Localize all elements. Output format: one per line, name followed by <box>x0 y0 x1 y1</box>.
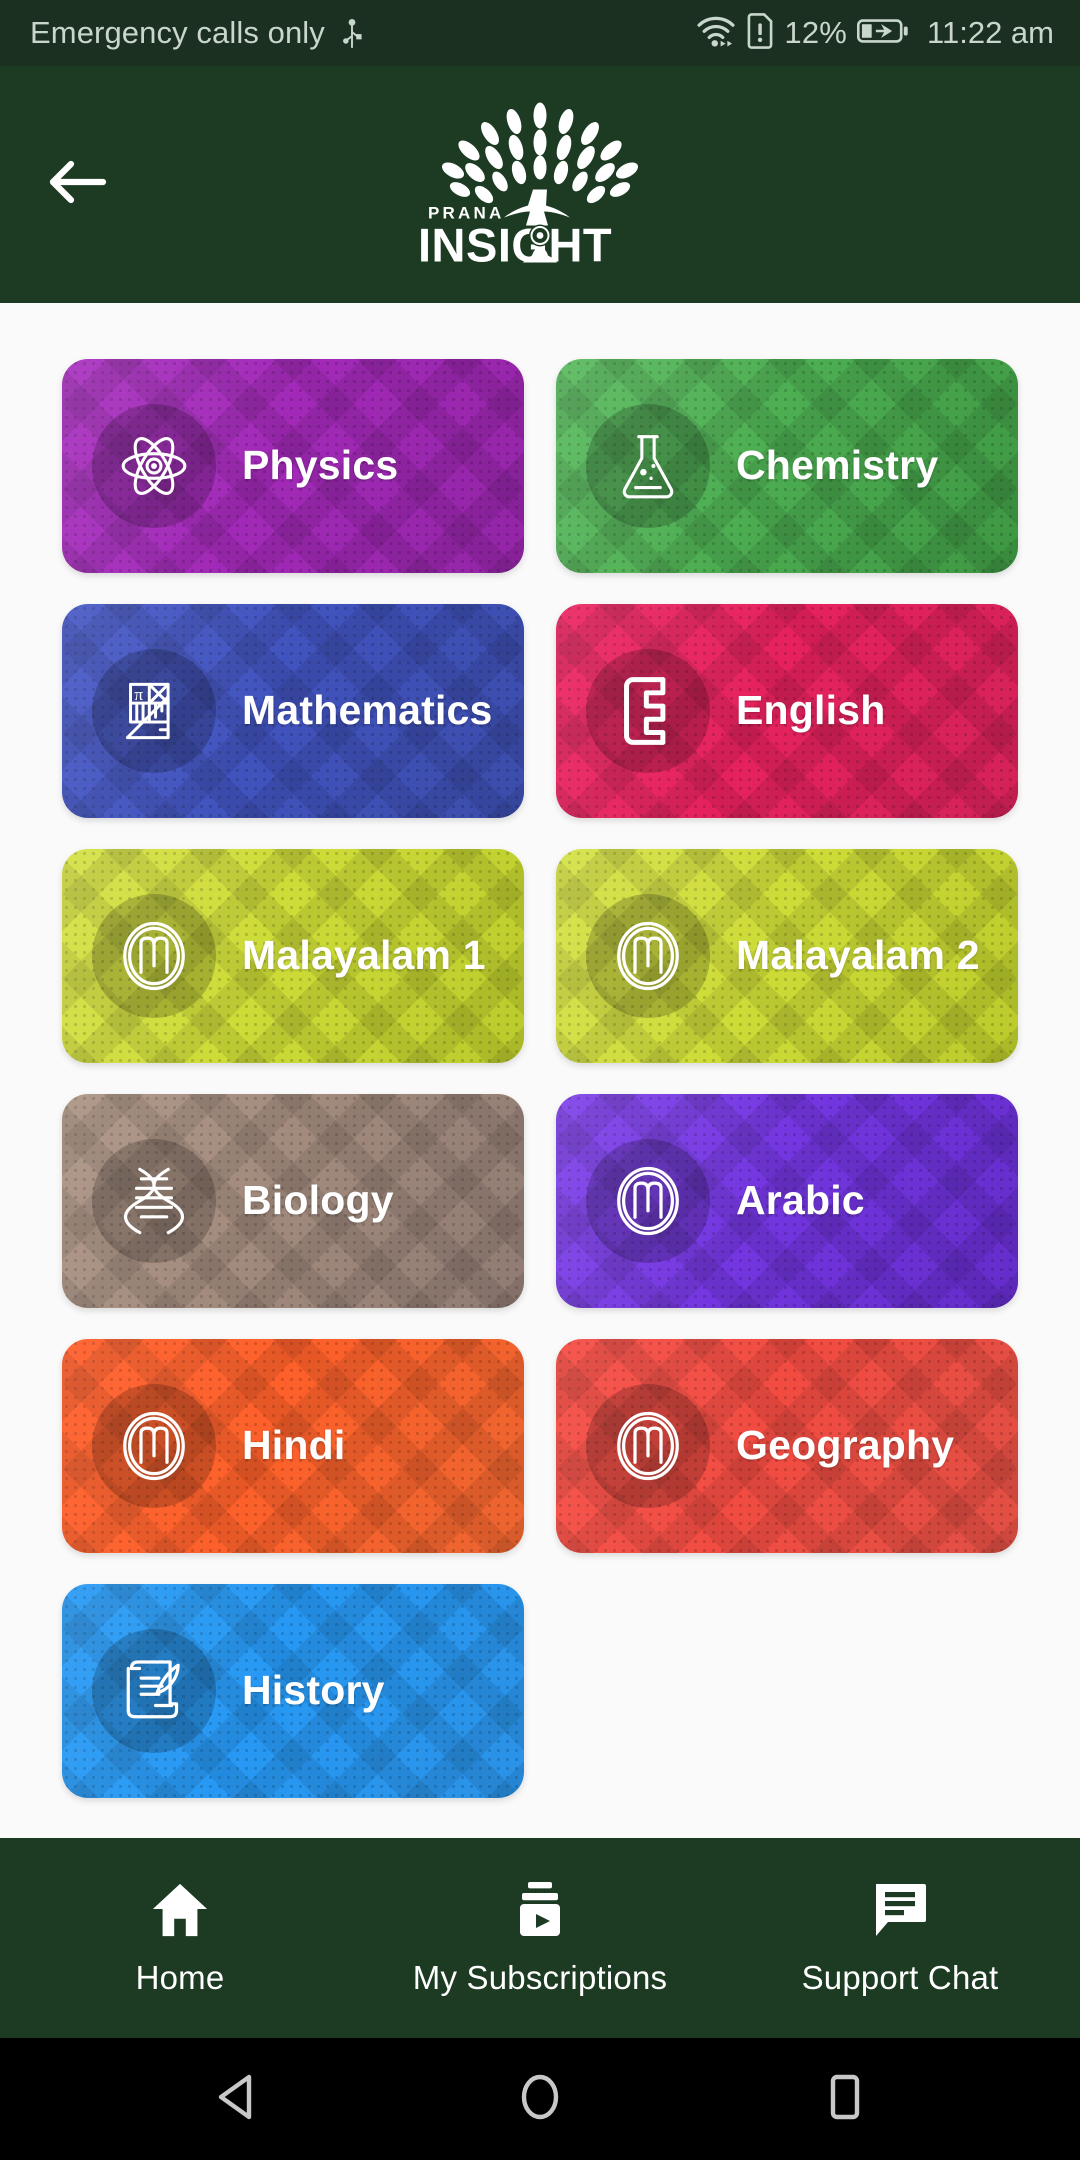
subscriptions-icon <box>510 1879 570 1941</box>
subject-label: Malayalam 1 <box>242 932 486 979</box>
subject-card-arabic[interactable]: Arabic <box>556 1094 1018 1308</box>
chat-icon <box>870 1879 930 1941</box>
subject-grid: Physics Chemistry π Mathematics English … <box>62 359 1018 1798</box>
carrier-label: Emergency calls only <box>30 15 325 50</box>
subjects-screen: Physics Chemistry π Mathematics English … <box>0 303 1080 1838</box>
circled-m-icon <box>92 894 216 1018</box>
subject-card-history[interactable]: History <box>62 1584 524 1798</box>
sim-alert-icon <box>746 12 774 54</box>
subject-card-english[interactable]: English <box>556 604 1018 818</box>
svg-text:π: π <box>134 685 143 704</box>
tree-logo-icon: PRANA INSIGHT <box>418 102 639 271</box>
subject-card-geography[interactable]: Geography <box>556 1339 1018 1553</box>
battery-charging-icon <box>857 16 909 51</box>
app-logo: PRANA INSIGHT <box>390 97 690 272</box>
atom-icon <box>92 404 216 528</box>
system-home-button[interactable] <box>495 2054 585 2144</box>
wifi-icon <box>696 14 736 53</box>
circled-m-icon <box>92 1384 216 1508</box>
dna-icon <box>92 1139 216 1263</box>
back-button[interactable] <box>34 142 120 228</box>
flask-icon <box>586 404 710 528</box>
scroll-quill-icon <box>92 1629 216 1753</box>
subject-card-biology[interactable]: Biology <box>62 1094 524 1308</box>
subject-label: Physics <box>242 442 399 489</box>
subject-card-hindi[interactable]: Hindi <box>62 1339 524 1553</box>
app-bar: PRANA INSIGHT <box>0 66 1080 303</box>
status-indicators: 12% 11:22 am <box>696 12 1054 54</box>
circled-m-icon <box>586 1139 710 1263</box>
subject-label: Biology <box>242 1177 394 1224</box>
square-recents-icon <box>823 2071 867 2128</box>
status-bar: Emergency calls only 12% 11:22 am <box>0 0 1080 66</box>
subject-card-mathematics[interactable]: π Mathematics <box>62 604 524 818</box>
logo-wordmark: INSIGHT <box>418 218 612 271</box>
nav-label: My Subscriptions <box>412 1959 668 1996</box>
subject-label: Chemistry <box>736 442 939 489</box>
system-recents-button[interactable] <box>800 2054 890 2144</box>
home-icon <box>149 1879 211 1941</box>
subject-card-physics[interactable]: Physics <box>62 359 524 573</box>
subject-card-malayalam-2[interactable]: Malayalam 2 <box>556 849 1018 1063</box>
nav-item-support-chat[interactable]: Support Chat <box>720 1838 1080 2038</box>
system-navigation-bar <box>0 2038 1080 2160</box>
bottom-navigation: Home My Subscriptions Support Chat <box>0 1838 1080 2038</box>
subject-card-malayalam-1[interactable]: Malayalam 1 <box>62 849 524 1063</box>
circled-m-icon <box>586 894 710 1018</box>
subject-label: Mathematics <box>242 687 493 734</box>
nav-label: Home <box>135 1959 225 1996</box>
letter-e-icon <box>586 649 710 773</box>
clock-label: 11:22 am <box>927 15 1054 50</box>
arrow-left-icon <box>45 158 109 211</box>
nav-label: Support Chat <box>801 1959 999 1996</box>
system-back-button[interactable] <box>190 2054 280 2144</box>
subject-label: Hindi <box>242 1422 346 1469</box>
usb-icon <box>339 16 365 50</box>
geometry-icon: π <box>92 649 216 773</box>
nav-item-home[interactable]: Home <box>0 1838 360 2038</box>
app-root: Emergency calls only 12% 11:22 am PRANA … <box>0 0 1080 2160</box>
subject-card-chemistry[interactable]: Chemistry <box>556 359 1018 573</box>
subject-label: Malayalam 2 <box>736 932 980 979</box>
subject-label: History <box>242 1667 385 1714</box>
subject-label: Geography <box>736 1422 955 1469</box>
circled-m-icon <box>586 1384 710 1508</box>
circle-home-icon <box>516 2071 564 2128</box>
subject-label: Arabic <box>736 1177 865 1224</box>
nav-item-my-subscriptions[interactable]: My Subscriptions <box>360 1838 720 2038</box>
battery-percent-label: 12% <box>784 15 848 50</box>
triangle-back-icon <box>211 2071 259 2128</box>
subject-label: English <box>736 687 886 734</box>
